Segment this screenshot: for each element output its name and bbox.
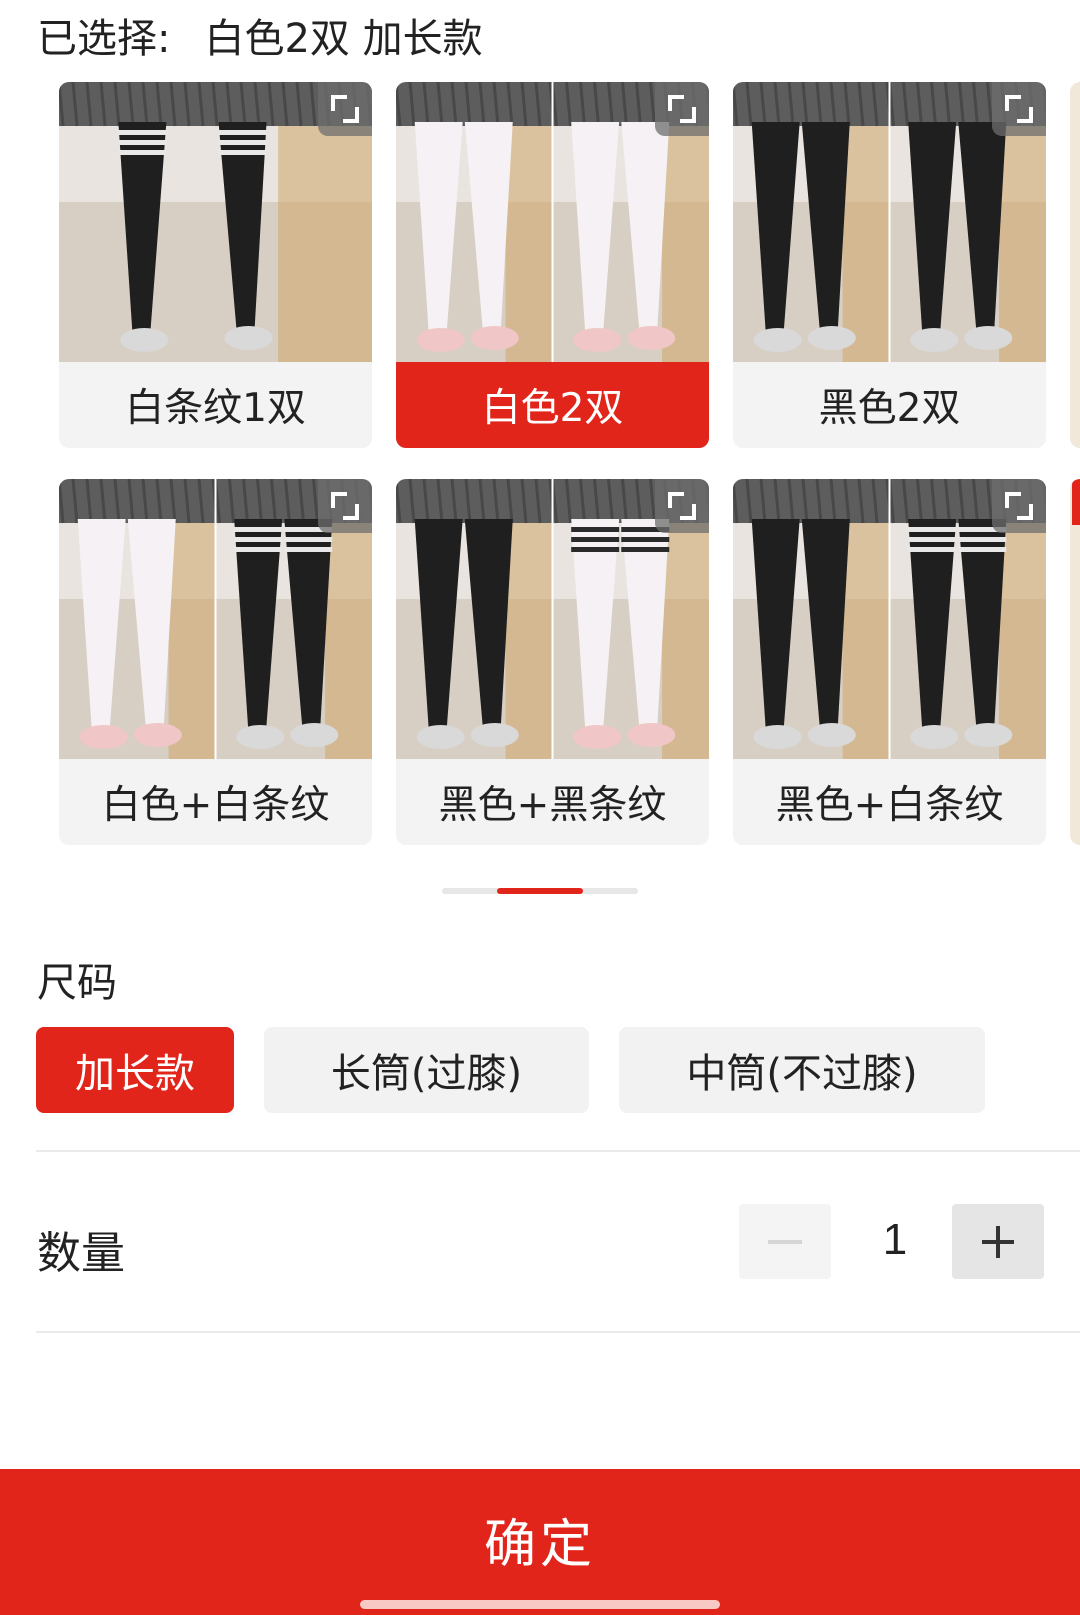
selected-value: 白色2双 加长款	[204, 16, 483, 62]
expand-icon[interactable]	[655, 82, 709, 136]
variant-scroll-indicator	[442, 888, 638, 894]
promo-badge	[1072, 479, 1080, 525]
home-indicator[interactable]	[360, 1600, 720, 1609]
quantity-value[interactable]: 1	[840, 1215, 950, 1265]
expand-icon[interactable]	[992, 479, 1046, 533]
size-option-over-knee[interactable]: 长筒(过膝)	[264, 1027, 589, 1113]
variant-card[interactable]: 白色2双	[396, 82, 709, 448]
minus-icon	[768, 1239, 802, 1244]
variant-label: 黑色+白条纹	[775, 783, 1004, 828]
quantity-decrease-button[interactable]	[739, 1204, 831, 1279]
variant-card[interactable]: 白条纹1双	[59, 82, 372, 448]
expand-icon[interactable]	[318, 82, 372, 136]
quantity-increase-button[interactable]	[952, 1204, 1044, 1279]
divider	[36, 1150, 1080, 1152]
selected-label: 已选择:	[37, 16, 171, 62]
divider	[36, 1331, 1080, 1333]
next-variant-peek[interactable]	[1070, 82, 1080, 448]
expand-icon[interactable]	[318, 479, 372, 533]
quantity-label: 数量	[37, 1228, 125, 1279]
variant-label: 黑色2双	[818, 386, 961, 431]
size-title: 尺码	[37, 960, 117, 1006]
confirm-button[interactable]: 确定	[0, 1469, 1080, 1615]
variant-label: 白色2双	[396, 362, 709, 448]
expand-icon[interactable]	[655, 479, 709, 533]
selected-summary: 已选择: 白色2双 加长款	[37, 6, 483, 64]
variant-grid: 白条纹1双 白色2双 黑色2双 白色+白条纹 黑色+黑条纹 黑色+白条纹	[0, 82, 1080, 848]
variant-card[interactable]: 黑色2双	[733, 82, 1046, 448]
size-option-mid-calf[interactable]: 中筒(不过膝)	[619, 1027, 985, 1113]
variant-card[interactable]: 黑色+黑条纹	[396, 479, 709, 845]
variant-card[interactable]: 白色+白条纹	[59, 479, 372, 845]
variant-card[interactable]: 黑色+白条纹	[733, 479, 1046, 845]
next-variant-peek[interactable]	[1070, 479, 1080, 845]
plus-icon	[982, 1225, 1014, 1258]
variant-label: 白条纹1双	[125, 386, 306, 431]
variant-label: 黑色+黑条纹	[438, 783, 667, 828]
expand-icon[interactable]	[992, 82, 1046, 136]
variant-label: 白色+白条纹	[101, 783, 330, 828]
scroll-thumb	[497, 888, 583, 894]
size-option-extra-long[interactable]: 加长款	[36, 1027, 234, 1113]
